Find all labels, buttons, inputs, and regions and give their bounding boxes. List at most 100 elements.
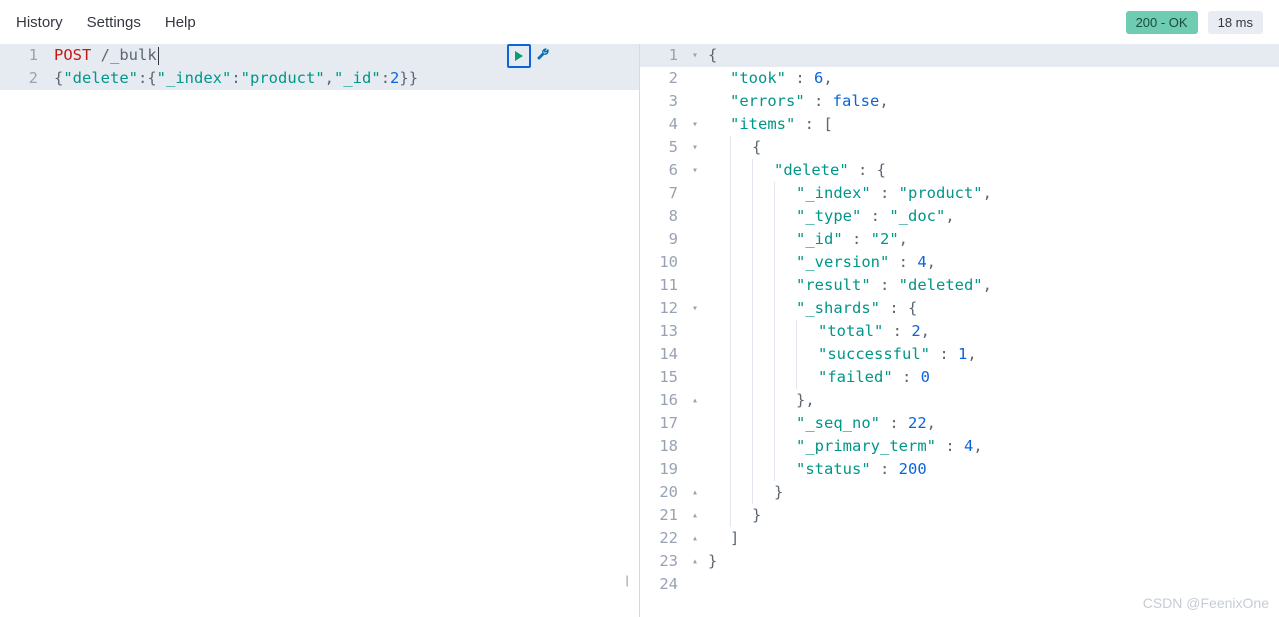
response-line: 10 "_version" : 4,: [640, 251, 1279, 274]
fold-toggle[interactable]: ▴: [688, 550, 702, 573]
run-request-button[interactable]: [507, 44, 531, 68]
help-link[interactable]: Help: [165, 14, 196, 31]
response-line: 14 "successful" : 1,: [640, 343, 1279, 366]
fold-toggle[interactable]: ▴: [688, 481, 702, 504]
fold-toggle: [688, 435, 702, 458]
code-content: "_primary_term" : 4,: [702, 435, 1279, 458]
line-number: 4: [640, 113, 688, 136]
code-content: "delete" : {: [702, 159, 1279, 182]
request-editor[interactable]: 1POST /_bulk2{"delete":{"_index":"produc…: [0, 44, 640, 617]
time-badge: 18 ms: [1208, 11, 1263, 34]
code-content: "took" : 6,: [702, 67, 1279, 90]
code-content: "_id" : "2",: [702, 228, 1279, 251]
line-number: 1: [640, 44, 688, 67]
fold-toggle: [688, 412, 702, 435]
fold-toggle[interactable]: ▾: [688, 136, 702, 159]
code-content[interactable]: {"delete":{"_index":"product","_id":2}}: [48, 67, 639, 90]
code-content: }: [702, 504, 1279, 527]
line-number: 12: [640, 297, 688, 320]
wrench-icon: [535, 48, 551, 64]
response-line: 7 "_index" : "product",: [640, 182, 1279, 205]
response-line: 8 "_type" : "_doc",: [640, 205, 1279, 228]
fold-toggle: [688, 182, 702, 205]
play-icon: [513, 50, 525, 62]
fold-toggle[interactable]: ▾: [688, 44, 702, 67]
line-number: 11: [640, 274, 688, 297]
code-content: "_index" : "product",: [702, 182, 1279, 205]
fold-toggle: [688, 458, 702, 481]
response-viewer[interactable]: 1▾{2"took" : 6,3"errors" : false,4▾"item…: [640, 44, 1279, 617]
response-line: 2"took" : 6,: [640, 67, 1279, 90]
response-line: 19"status" : 200: [640, 458, 1279, 481]
line-number: 9: [640, 228, 688, 251]
response-line: 17"_seq_no" : 22,: [640, 412, 1279, 435]
text-cursor: [158, 47, 159, 65]
code-content: "failed" : 0: [702, 366, 1279, 389]
fold-toggle: [688, 366, 702, 389]
fold-toggle[interactable]: ▴: [688, 389, 702, 412]
fold-toggle: [688, 573, 702, 596]
topbar: History Settings Help 200 - OK 18 ms: [0, 0, 1279, 44]
topbar-left: History Settings Help: [16, 14, 196, 31]
editor-area: 1POST /_bulk2{"delete":{"_index":"produc…: [0, 44, 1279, 617]
line-number: 6: [640, 159, 688, 182]
line-number: 22: [640, 527, 688, 550]
response-line: 6▾"delete" : {: [640, 159, 1279, 182]
fold-toggle: [688, 205, 702, 228]
line-number: 3: [640, 90, 688, 113]
fold-toggle[interactable]: ▴: [688, 504, 702, 527]
line-number: 2: [0, 67, 48, 90]
response-line: 4▾"items" : [: [640, 113, 1279, 136]
code-content: {: [702, 44, 1279, 67]
response-line: 11 "result" : "deleted",: [640, 274, 1279, 297]
line-number: 15: [640, 366, 688, 389]
response-line: 12▾"_shards" : {: [640, 297, 1279, 320]
line-number: 19: [640, 458, 688, 481]
line-number: 8: [640, 205, 688, 228]
request-options-button[interactable]: [531, 44, 555, 68]
fold-toggle[interactable]: ▾: [688, 297, 702, 320]
topbar-right: 200 - OK 18 ms: [1126, 11, 1263, 34]
line-number: 7: [640, 182, 688, 205]
response-line: 9 "_id" : "2",: [640, 228, 1279, 251]
settings-link[interactable]: Settings: [87, 14, 141, 31]
code-content: "_version" : 4,: [702, 251, 1279, 274]
fold-toggle: [688, 320, 702, 343]
code-content: "successful" : 1,: [702, 343, 1279, 366]
line-number: 1: [0, 44, 48, 67]
request-actions: [507, 44, 555, 68]
response-line: 18 "_primary_term" : 4,: [640, 435, 1279, 458]
code-content: }: [702, 481, 1279, 504]
fold-toggle: [688, 90, 702, 113]
code-content: "_type" : "_doc",: [702, 205, 1279, 228]
history-link[interactable]: History: [16, 14, 63, 31]
request-line[interactable]: 2{"delete":{"_index":"product","_id":2}}: [0, 67, 639, 90]
fold-toggle[interactable]: ▴: [688, 527, 702, 550]
code-content: ]: [702, 527, 1279, 550]
response-line: 15 "failed" : 0: [640, 366, 1279, 389]
line-number: 24: [640, 573, 688, 596]
code-content: "result" : "deleted",: [702, 274, 1279, 297]
fold-toggle: [688, 343, 702, 366]
code-content: },: [702, 389, 1279, 412]
line-number: 18: [640, 435, 688, 458]
line-number: 23: [640, 550, 688, 573]
line-number: 14: [640, 343, 688, 366]
line-number: 10: [640, 251, 688, 274]
code-content: "items" : [: [702, 113, 1279, 136]
code-content: [702, 573, 1279, 596]
fold-toggle[interactable]: ▾: [688, 113, 702, 136]
response-line: 13 "total" : 2,: [640, 320, 1279, 343]
code-content: {: [702, 136, 1279, 159]
code-content: "_seq_no" : 22,: [702, 412, 1279, 435]
code-content: "_shards" : {: [702, 297, 1279, 320]
code-content: "errors" : false,: [702, 90, 1279, 113]
code-content: }: [702, 550, 1279, 573]
status-badge: 200 - OK: [1126, 11, 1198, 34]
fold-toggle[interactable]: ▾: [688, 159, 702, 182]
response-line: 3 "errors" : false,: [640, 90, 1279, 113]
fold-toggle: [688, 67, 702, 90]
fold-toggle: [688, 251, 702, 274]
code-content: "total" : 2,: [702, 320, 1279, 343]
line-number: 13: [640, 320, 688, 343]
